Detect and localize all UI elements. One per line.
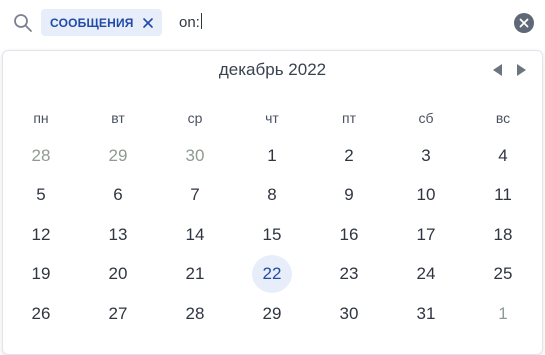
filter-chip-label: СООБЩЕНИЯ bbox=[50, 15, 134, 30]
day-cell[interactable]: 30 bbox=[329, 295, 369, 333]
day-cell[interactable]: 1 bbox=[252, 137, 292, 175]
day-cell[interactable]: 7 bbox=[175, 176, 215, 214]
day-cell[interactable]: 23 bbox=[329, 255, 369, 293]
day-cell[interactable]: 25 bbox=[483, 255, 523, 293]
day-cell[interactable]: 4 bbox=[483, 137, 523, 175]
day-cell[interactable]: 5 bbox=[21, 176, 61, 214]
search-input[interactable]: on: bbox=[179, 13, 202, 31]
day-cell[interactable]: 10 bbox=[406, 176, 446, 214]
day-cell[interactable]: 12 bbox=[21, 216, 61, 254]
day-cell-selected[interactable]: 22 bbox=[252, 255, 292, 293]
day-cell[interactable]: 8 bbox=[252, 176, 292, 214]
day-cell[interactable]: 18 bbox=[483, 216, 523, 254]
date-picker: декабрь 2022 пн вт ср чт пт сб вс 28 29 … bbox=[2, 50, 543, 355]
prev-month-icon[interactable] bbox=[491, 63, 503, 77]
day-cell[interactable]: 6 bbox=[98, 176, 138, 214]
day-cell[interactable]: 16 bbox=[329, 216, 369, 254]
day-cell[interactable]: 19 bbox=[21, 255, 61, 293]
month-title: декабрь 2022 bbox=[218, 60, 327, 79]
weekday-wed: ср bbox=[187, 110, 203, 126]
text-caret bbox=[200, 13, 202, 29]
next-month-icon[interactable] bbox=[516, 63, 528, 77]
calendar-week: 28 29 30 1 2 3 4 bbox=[3, 146, 542, 167]
day-cell[interactable]: 14 bbox=[175, 216, 215, 254]
day-cell[interactable]: 31 bbox=[406, 295, 446, 333]
weekday-header: пн вт ср чт пт сб вс bbox=[3, 110, 542, 130]
day-cell[interactable]: 28 bbox=[21, 137, 61, 175]
day-cell[interactable]: 26 bbox=[21, 295, 61, 333]
day-cell[interactable]: 3 bbox=[406, 137, 446, 175]
day-cell[interactable]: 30 bbox=[175, 137, 215, 175]
day-cell[interactable]: 11 bbox=[483, 176, 523, 214]
day-cell[interactable]: 29 bbox=[252, 295, 292, 333]
search-icon bbox=[13, 13, 33, 33]
close-icon[interactable] bbox=[142, 17, 154, 29]
day-cell[interactable]: 1 bbox=[483, 295, 523, 333]
day-cell[interactable]: 20 bbox=[98, 255, 138, 293]
weekday-sat: сб bbox=[418, 110, 434, 126]
search-bar: СООБЩЕНИЯ on: bbox=[0, 0, 545, 46]
clear-search-button[interactable] bbox=[514, 13, 534, 33]
weekday-fri: пт bbox=[342, 110, 356, 126]
day-cell[interactable]: 9 bbox=[329, 176, 369, 214]
day-cell[interactable]: 28 bbox=[175, 295, 215, 333]
day-cell[interactable]: 27 bbox=[98, 295, 138, 333]
weekday-tue: вт bbox=[111, 110, 125, 126]
day-cell[interactable]: 2 bbox=[329, 137, 369, 175]
weekday-thu: чт bbox=[265, 110, 279, 126]
calendar-week: 19 20 21 22 23 24 25 bbox=[3, 255, 542, 293]
calendar-week: 5 6 7 8 9 10 11 bbox=[3, 185, 542, 206]
search-query-text: on: bbox=[179, 14, 200, 31]
day-cell[interactable]: 24 bbox=[406, 255, 446, 293]
filter-chip-messages[interactable]: СООБЩЕНИЯ bbox=[41, 9, 162, 36]
day-cell[interactable]: 15 bbox=[252, 216, 292, 254]
calendar-week: 12 13 14 15 16 17 18 bbox=[3, 225, 542, 246]
weekday-sun: вс bbox=[495, 110, 511, 126]
clear-icon bbox=[519, 18, 529, 28]
day-cell[interactable]: 13 bbox=[98, 216, 138, 254]
day-cell[interactable]: 21 bbox=[175, 255, 215, 293]
calendar-week: 26 27 28 29 30 31 1 bbox=[3, 304, 542, 325]
weekday-mon: пн bbox=[33, 110, 49, 126]
day-cell[interactable]: 17 bbox=[406, 216, 446, 254]
day-cell[interactable]: 29 bbox=[98, 137, 138, 175]
